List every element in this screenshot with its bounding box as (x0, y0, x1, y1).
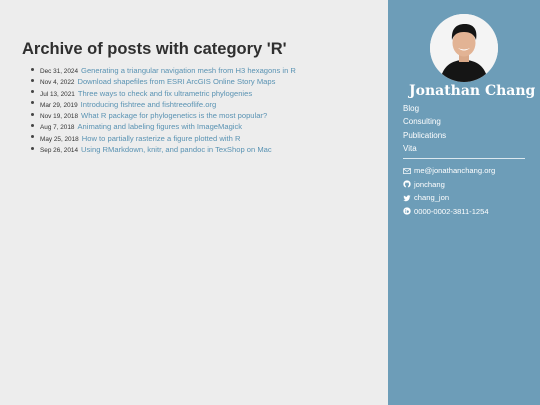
main-content: Archive of posts with category 'R' Dec 3… (0, 0, 388, 405)
avatar (430, 14, 498, 82)
post-item: May 25, 2018 How to partially rasterize a… (31, 131, 296, 143)
sidebar: Jonathan Chang Blog Consulting Publicati… (388, 0, 540, 405)
avatar-portrait (430, 14, 498, 82)
post-item: Mar 29, 2019 Introducing fishtree and fis… (31, 97, 296, 109)
contact-twitter-text: chang_jon (414, 193, 450, 203)
nav-item-vita[interactable]: Vita (403, 142, 446, 155)
contact-email[interactable]: me@jonathanchang.org (403, 164, 495, 178)
page-title: Archive of posts with category 'R' (22, 40, 287, 58)
post-date: Sep 26, 2014 (40, 147, 79, 155)
contact-twitter[interactable]: chang_jon (403, 191, 495, 205)
post-link[interactable]: Using RMarkdown, knitr, and pandoc in Te… (81, 145, 272, 154)
sidebar-nav: Blog Consulting Publications Vita (403, 102, 446, 156)
post-item: Dec 31, 2024 Generating a triangular navi… (31, 63, 296, 75)
orcid-icon (403, 207, 411, 215)
nav-item-consulting[interactable]: Consulting (403, 115, 446, 128)
nav-item-blog[interactable]: Blog (403, 102, 446, 115)
post-item: Jul 13, 2021 Three ways to check and fix … (31, 86, 296, 98)
contact-orcid-text: 0000-0002-3811-1254 (414, 206, 489, 216)
nav-item-publications[interactable]: Publications (403, 129, 446, 142)
site-title[interactable]: Jonathan Chang (409, 83, 535, 99)
contact-orcid[interactable]: 0000-0002-3811-1254 (403, 205, 495, 219)
github-icon (403, 180, 411, 188)
contact-email-text: me@jonathanchang.org (414, 166, 496, 176)
post-item: Aug 7, 2018 Animating and labeling figure… (31, 119, 296, 131)
contact-list: me@jonathanchang.org jonchang chang_jon … (403, 164, 495, 218)
twitter-icon (403, 194, 411, 201)
contact-github-text: jonchang (414, 179, 445, 189)
post-item: Nov 19, 2018 What R package for phylogene… (31, 108, 296, 120)
post-list: Dec 31, 2024 Generating a triangular navi… (31, 63, 296, 155)
envelope-icon (403, 167, 411, 174)
sidebar-divider (403, 158, 525, 159)
post-item: Sep 26, 2014 Using RMarkdown, knitr, and … (31, 142, 296, 155)
post-item: Nov 4, 2022 Download shapefiles from ESRI… (31, 74, 296, 86)
contact-github[interactable]: jonchang (403, 178, 495, 192)
